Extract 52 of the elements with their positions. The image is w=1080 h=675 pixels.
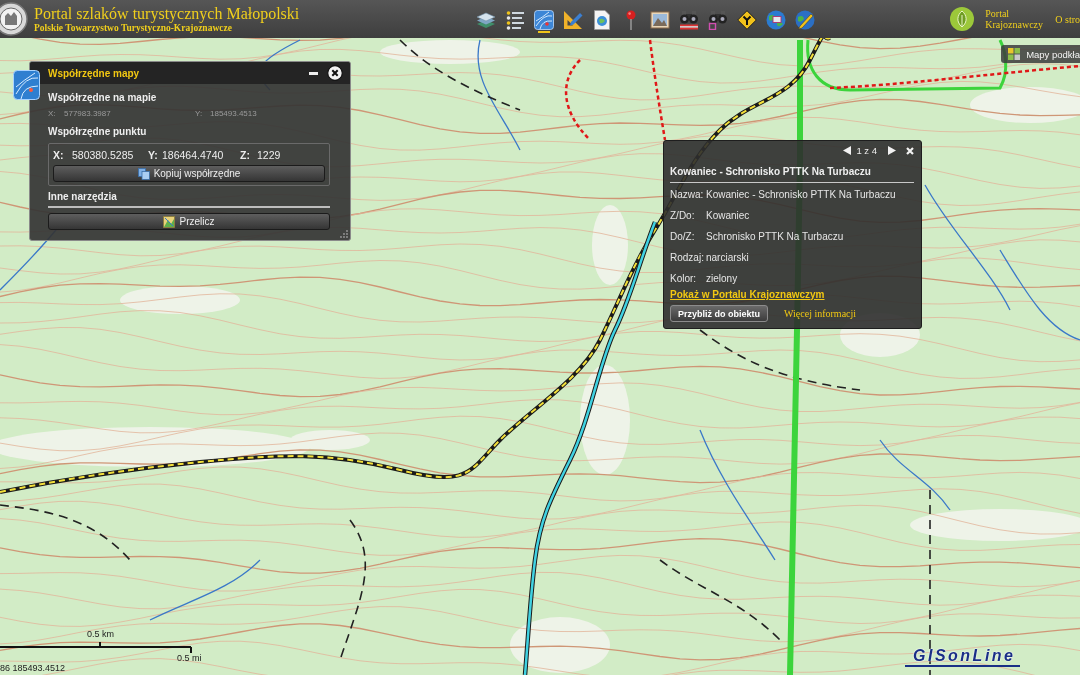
map-icon [163, 215, 176, 228]
coordinate-value: 186464.4740 [162, 148, 225, 163]
scale-label: 0.5 km [87, 629, 114, 639]
field-label: Rodzaj: [670, 252, 705, 263]
section-heading: Współrzędne punktu [48, 125, 147, 139]
section-heading: Współrzędne na mapie [48, 91, 157, 105]
coordinate-label: Y: [195, 108, 204, 120]
field-value: Kowaniec - Schronisko PTTK Na Turbaczu [706, 189, 896, 200]
field-value: Kowaniec [706, 210, 751, 221]
minimize-icon[interactable] [309, 71, 318, 75]
field-label: Kolor: [670, 273, 698, 284]
popup-pager: 1 z 4 [856, 145, 877, 156]
coordinate-label: X: [48, 108, 57, 120]
site-subtitle: Polskie Towarzystwo Turystyczno-Krajoznawcze [34, 22, 232, 34]
leaf-icon[interactable] [950, 7, 975, 31]
coordinate-label: X: [53, 148, 65, 163]
basemap-button[interactable]: Mapy podkła [1001, 45, 1080, 63]
panel-title: Współrzędne mapy [48, 67, 140, 79]
cursor-coordinates: 86 185493.4512 [0, 662, 66, 674]
coordinate-value: 185493.4513 [210, 108, 258, 120]
resize-grip-icon[interactable] [340, 230, 348, 238]
field-value: narciarski [706, 252, 750, 263]
coordinate-value: 577983.3987 [64, 108, 112, 120]
portal-link[interactable]: Pokaż w Portalu Krajoznawczym [670, 289, 825, 301]
left-arrow-icon[interactable] [843, 146, 852, 155]
copy-coordinates-button[interactable]: Kopiuj współrzędne [53, 165, 325, 182]
emblem-icon[interactable] [0, 2, 28, 36]
field-value: zielony [706, 273, 739, 284]
field-value: Schronisko PTTK Na Turbaczu [706, 231, 845, 242]
more-info-link[interactable]: Więcej informacji [784, 308, 857, 319]
site-title: Portal szlaków turystycznych Małopolski [34, 4, 300, 23]
close-icon[interactable] [327, 65, 343, 81]
popup-title: Kowaniec - Schronisko PTTK Na Turbaczu [670, 165, 871, 180]
logo: GISonLine [905, 647, 1020, 667]
portal-link[interactable]: Portal Krajoznawczy [985, 8, 1050, 30]
right-arrow-icon[interactable] [888, 146, 896, 155]
pin-icon[interactable] [626, 10, 636, 30]
convert-button[interactable]: Przelicz [48, 213, 330, 230]
scale-label: 0.5 mi [177, 653, 202, 663]
section-heading: Inne narzędzia [48, 190, 117, 204]
coordinate-value: 580380.5285 [72, 148, 135, 163]
coordinate-value: 1229 [257, 148, 282, 163]
coordinate-label: Z: [240, 148, 251, 163]
map-grid-icon [13, 70, 40, 100]
header-link[interactable]: O stro [1055, 13, 1080, 25]
zoom-to-object-button[interactable]: Przybliż do obiektu [670, 305, 768, 322]
field-label: Nazwa: [670, 189, 705, 200]
grid-icon [1008, 48, 1021, 60]
field-label: Do/Z: [670, 231, 696, 242]
field-label: Z/Do: [670, 210, 696, 221]
copy-icon [137, 167, 150, 180]
coordinate-label: Y: [148, 148, 159, 163]
